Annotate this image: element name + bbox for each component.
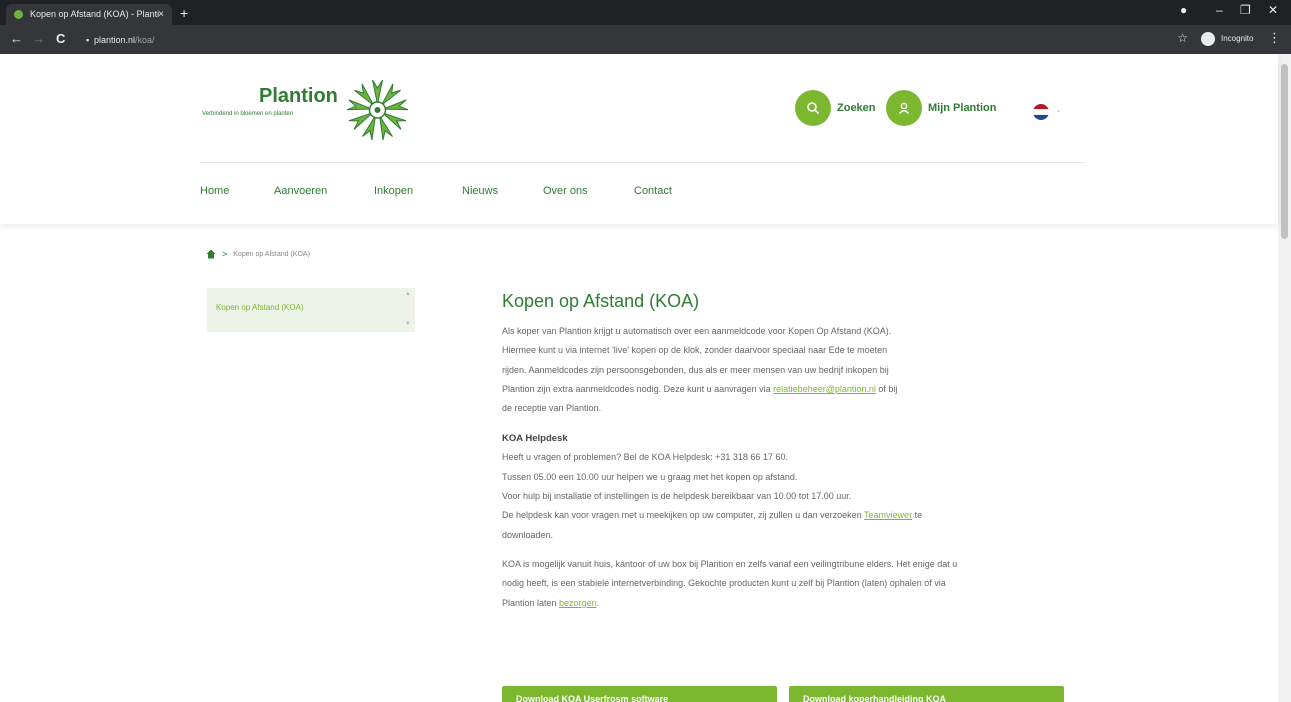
bezorgen-link[interactable]: bezorgen [559, 598, 597, 608]
nav-item-inkopen[interactable]: Inkopen [374, 185, 413, 197]
maximize-button[interactable]: ❐ [1240, 3, 1251, 17]
helpdesk-line: downloaden. [502, 529, 554, 540]
helpdesk-line: Voor hulp bij installatie of instellinge… [502, 491, 852, 502]
new-tab-button[interactable]: + [180, 4, 188, 22]
email-link[interactable]: relatiebeheer@plantion.nl [773, 384, 876, 394]
minimize-button[interactable]: – [1216, 3, 1223, 17]
search-label: Zoeken [837, 102, 876, 114]
incognito-indicator[interactable]: Incognito [1199, 29, 1259, 49]
browser-chrome: Kopen op Afstand (KOA) - Planti × + ● – … [0, 0, 1291, 54]
koa-line: nodig heeft, is een stabiele internetver… [502, 578, 946, 589]
intro-line: rijden. Aanmeldcodes zijn persoonsgebond… [502, 364, 889, 375]
logo-name: Plantion [259, 85, 338, 107]
download-software-button[interactable]: Download KOA Userfrosm software [502, 686, 777, 702]
intro-line-text: of bij [875, 383, 898, 394]
address-bar[interactable]: ▪ plantion.nl/koa/ [80, 29, 1170, 51]
search-button[interactable]: Zoeken [795, 90, 876, 126]
plantion-logo[interactable]: Plantion Verbindend in bloemen en plante… [200, 74, 425, 149]
user-icon [886, 90, 922, 126]
reload-button[interactable]: C [56, 32, 65, 46]
breadcrumb-separator: > [222, 249, 228, 259]
home-icon[interactable] [206, 249, 216, 259]
site-header: Plantion Verbindend in bloemen en plante… [0, 54, 1278, 224]
intro-line: Hiermee kunt u via internet 'live' kopen… [502, 345, 888, 356]
sidebar-scroll-up-icon[interactable]: ▲ [405, 291, 411, 297]
tab-bar: Kopen op Afstand (KOA) - Planti × + ● – … [0, 0, 1291, 25]
page-title: Kopen op Afstand (KOA) [502, 291, 700, 311]
koa-line-text: Plantion laten [502, 597, 560, 608]
helpdesk-line-text: De helpdesk kan voor vragen met u meekij… [502, 510, 865, 521]
search-icon [795, 90, 831, 126]
profile-icon[interactable]: ● [1180, 3, 1187, 17]
favicon-icon [14, 10, 23, 19]
page-scrollbar[interactable] [1278, 54, 1291, 702]
helpdesk-line-text: te [912, 510, 923, 521]
incognito-label: Incognito [1221, 34, 1254, 43]
helpdesk-heading: KOA Helpdesk [502, 433, 568, 445]
account-label: Mijn Plantion [928, 102, 997, 114]
nav-item-home[interactable]: Home [200, 185, 229, 197]
url-path: /koa/ [135, 35, 155, 45]
koa-line-text: . [596, 597, 600, 608]
helpdesk-line: Heeft u vragen of problemen? Bel de KOA … [502, 452, 788, 463]
close-window-button[interactable]: ✕ [1268, 3, 1278, 17]
bookmark-star-icon[interactable]: ☆ [1177, 31, 1188, 45]
browser-tab[interactable]: Kopen op Afstand (KOA) - Planti × [6, 4, 172, 25]
helpdesk-line: Tussen 05.00 een 10.00 uur helpen we u g… [502, 471, 798, 482]
scrollbar-thumb[interactable] [1281, 64, 1288, 239]
main-content: Kopen op Afstand (KOA) Als koper van Pla… [502, 290, 1082, 613]
intro-line: Als koper van Plantion krijgt u automati… [502, 326, 892, 336]
koa-line: KOA is mogelijk vanuit huis, kantoor of … [502, 558, 958, 569]
intro-line: de receptie van Plantion. [502, 403, 602, 414]
url-host: plantion.nl [94, 35, 136, 45]
download-manual-button[interactable]: Download koperhandleiding KOA [789, 686, 1064, 702]
nav-item-contact[interactable]: Contact [634, 185, 672, 197]
forward-button[interactable]: → [32, 32, 45, 46]
browser-toolbar: ← → C ▪ plantion.nl/koa/ ☆ Incognito ⋮ [0, 25, 1291, 54]
nav-item-aanvoeren[interactable]: Aanvoeren [274, 185, 327, 197]
intro-line: Plantion zijn extra aanmeldcodes nodig. … [502, 380, 1082, 399]
language-dropdown-chevron-icon[interactable]: ⌄ [1055, 105, 1062, 114]
tab-title: Kopen op Afstand (KOA) - Planti [30, 9, 160, 19]
helpdesk-line: De helpdesk kan voor vragen met u meekij… [502, 506, 1082, 525]
incognito-icon [1201, 32, 1215, 46]
header-divider [200, 162, 1085, 163]
logo-tagline: Verbindend in bloemen en planten [202, 111, 294, 117]
teamviewer-link[interactable]: Teamviewer [864, 510, 912, 520]
sidebar: Kopen op Afstand (KOA) ▲ ▼ [207, 288, 415, 332]
breadcrumb: > Kopen op Afstand (KOA) [206, 247, 310, 261]
back-button[interactable]: ← [10, 32, 23, 46]
netherlands-flag-icon[interactable] [1033, 104, 1049, 120]
sidebar-item-koa[interactable]: Kopen op Afstand (KOA) [207, 303, 304, 312]
mijn-plantion-button[interactable]: Mijn Plantion [886, 90, 996, 126]
sidebar-scroll-down-icon[interactable]: ▼ [405, 321, 411, 327]
koa-paragraph: KOA is mogelijk vanuit huis, kantoor of … [502, 555, 1082, 613]
nav-item-over-ons[interactable]: Over ons [543, 185, 588, 197]
intro-line-text: Plantion zijn extra aanmeldcodes nodig. … [502, 383, 774, 394]
nav-item-nieuws[interactable]: Nieuws [462, 185, 498, 197]
intro-paragraph: Als koper van Plantion krijgt u automati… [502, 322, 1082, 418]
breadcrumb-current[interactable]: Kopen op Afstand (KOA) [233, 251, 310, 258]
tab-close-icon[interactable]: × [158, 4, 164, 25]
browser-menu-icon[interactable]: ⋮ [1268, 30, 1281, 46]
helpdesk-paragraph: Heeft u vragen of problemen? Bel de KOA … [502, 448, 1082, 544]
koa-line: Plantion laten bezorgen. [502, 594, 1082, 613]
flower-logo-icon [346, 79, 409, 141]
lock-icon: ▪ [86, 35, 90, 45]
